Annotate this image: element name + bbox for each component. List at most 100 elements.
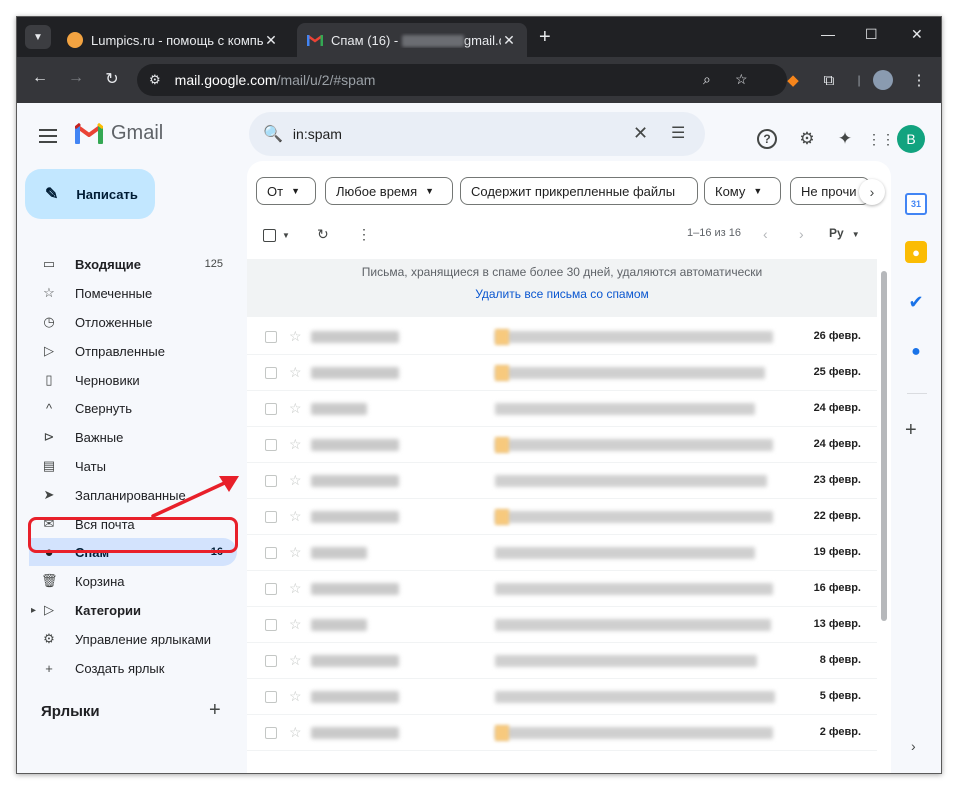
gemini-sparkle-icon[interactable]: ✦ xyxy=(833,127,857,151)
refresh-icon[interactable]: ↻ xyxy=(317,226,329,243)
main-menu-icon[interactable] xyxy=(39,129,57,147)
row-checkbox[interactable] xyxy=(265,403,277,415)
star-icon[interactable]: ☆ xyxy=(289,544,302,561)
apps-grid-icon[interactable]: ⋮⋮ xyxy=(867,127,895,151)
scrollbar[interactable] xyxy=(881,271,887,621)
site-info-icon[interactable]: ⚙ xyxy=(149,72,161,88)
browser-menu-icon[interactable]: ⋮ xyxy=(907,68,931,92)
table-row[interactable]: ☆ 24 февр. xyxy=(247,391,877,427)
maximize-button[interactable]: ☐ xyxy=(865,26,878,43)
row-checkbox[interactable] xyxy=(265,727,277,739)
sidebar-item-scheduled[interactable]: ➤ Запланированные xyxy=(17,481,237,509)
search-icon[interactable]: 🔍 xyxy=(263,124,283,144)
gmail-logo[interactable]: Gmail xyxy=(75,122,163,145)
row-checkbox[interactable] xyxy=(265,511,277,523)
sidebar-item-star[interactable]: ☆ Помеченные xyxy=(17,279,237,307)
delete-all-spam-link[interactable]: Удалить все письма со спамом xyxy=(247,287,877,301)
row-checkbox[interactable] xyxy=(265,619,277,631)
row-checkbox[interactable] xyxy=(265,475,277,487)
search-options-icon[interactable]: ☰ xyxy=(671,123,685,143)
sidebar-item-important[interactable]: ⊳ Важные xyxy=(17,423,237,451)
sidebar-item-clock[interactable]: ◷ Отложенные xyxy=(17,308,237,336)
row-checkbox[interactable] xyxy=(265,331,277,343)
sidebar-item-trash[interactable]: 🗑 Корзина xyxy=(17,567,237,595)
profile-icon[interactable] xyxy=(871,68,895,92)
table-row[interactable]: ☆ 24 февр. xyxy=(247,427,877,463)
expand-arrow-icon[interactable]: ▸ xyxy=(31,605,36,616)
row-checkbox[interactable] xyxy=(265,367,277,379)
star-icon[interactable]: ☆ xyxy=(289,508,302,525)
contacts-icon[interactable]: ● xyxy=(905,341,927,363)
table-row[interactable]: ☆ 22 февр. xyxy=(247,499,877,535)
search-bar[interactable]: 🔍 in:spam ✕ ☰ xyxy=(249,112,705,156)
table-row[interactable]: ☆ 23 февр. xyxy=(247,463,877,499)
filter-chip[interactable]: Содержит прикрепленные файлы xyxy=(460,177,698,205)
address-bar[interactable]: ⚙ mail.google.com/mail/u/2/#spam ⌕ ☆ xyxy=(137,64,787,96)
table-row[interactable]: ☆ 25 февр. xyxy=(247,355,877,391)
row-checkbox[interactable] xyxy=(265,655,277,667)
star-icon[interactable]: ☆ xyxy=(289,472,302,489)
star-icon[interactable]: ☆ xyxy=(289,400,302,417)
new-tab-button[interactable]: + xyxy=(539,26,551,49)
calendar-icon[interactable]: 31 xyxy=(905,193,927,215)
account-avatar[interactable]: B xyxy=(897,125,925,153)
tasks-icon[interactable]: ✔ xyxy=(905,291,927,313)
star-icon[interactable]: ☆ xyxy=(289,364,302,381)
compose-button[interactable]: ✎ Написать xyxy=(25,169,155,219)
table-row[interactable]: ☆ 2 февр. xyxy=(247,715,877,751)
bookmark-star-icon[interactable]: ☆ xyxy=(735,71,748,88)
minimize-button[interactable]: — xyxy=(821,26,835,42)
table-row[interactable]: ☆ 26 февр. xyxy=(247,319,877,355)
tab-gmail-spam[interactable]: Спам (16) - gmail.co ✕ xyxy=(297,23,527,57)
row-checkbox[interactable] xyxy=(265,547,277,559)
chevron-right-icon[interactable]: › xyxy=(859,179,885,205)
tab-lumpics[interactable]: Lumpics.ru - помощь с компь ✕ xyxy=(57,23,289,57)
star-icon[interactable]: ☆ xyxy=(289,724,302,741)
row-checkbox[interactable] xyxy=(265,439,277,451)
clear-search-icon[interactable]: ✕ xyxy=(633,123,648,144)
star-icon[interactable]: ☆ xyxy=(289,580,302,597)
filter-chip[interactable]: Не прочи xyxy=(790,177,870,205)
sidebar-item-spam[interactable]: ● Спам 16 xyxy=(29,538,237,566)
next-page-icon[interactable]: › xyxy=(799,226,804,242)
close-tab-icon[interactable]: ✕ xyxy=(501,32,517,49)
star-icon[interactable]: ☆ xyxy=(289,688,302,705)
sidebar-item-inbox[interactable]: ▭ Входящие 125 xyxy=(17,250,237,278)
sidebar-item-gear[interactable]: ⚙ Управление ярлыками xyxy=(17,625,237,653)
table-row[interactable]: ☆ 13 февр. xyxy=(247,607,877,643)
keep-icon[interactable]: ● xyxy=(905,241,927,263)
table-row[interactable]: ☆ 8 февр. xyxy=(247,643,877,679)
sidebar-item-collapse[interactable]: ^ Свернуть xyxy=(17,394,237,422)
filter-chip[interactable]: От ▼ xyxy=(256,177,316,205)
sidebar-item-all-mail[interactable]: ✉ Вся почта xyxy=(17,510,237,538)
get-addons-icon[interactable]: + xyxy=(905,419,917,442)
show-side-panel-icon[interactable]: › xyxy=(911,738,916,754)
table-row[interactable]: ☆ 19 февр. xyxy=(247,535,877,571)
more-options-icon[interactable]: ⋮ xyxy=(357,226,371,243)
star-icon[interactable]: ☆ xyxy=(289,328,302,345)
sidebar-item-send[interactable]: ▷ Отправленные xyxy=(17,337,237,365)
back-button[interactable]: ← xyxy=(27,69,53,87)
reload-button[interactable]: ↻ xyxy=(99,69,125,89)
star-icon[interactable]: ☆ xyxy=(289,436,302,453)
star-icon[interactable]: ☆ xyxy=(289,652,302,669)
table-row[interactable]: ☆ 16 февр. xyxy=(247,571,877,607)
close-window-button[interactable]: ✕ xyxy=(911,26,923,43)
search-query[interactable]: in:spam xyxy=(293,126,342,142)
help-icon[interactable]: ? xyxy=(755,127,779,151)
settings-gear-icon[interactable]: ⚙ xyxy=(795,127,819,151)
sidebar-item-draft[interactable]: ▯ Черновики xyxy=(17,366,237,394)
forward-button[interactable]: → xyxy=(63,69,89,87)
zoom-icon[interactable]: ⌕ xyxy=(703,71,711,88)
extensions-puzzle-icon[interactable]: ⧉ xyxy=(817,68,841,92)
sidebar-item-plus[interactable]: + Создать ярлык xyxy=(17,654,237,682)
sidebar-item-chat[interactable]: ▤ Чаты xyxy=(17,452,237,480)
input-tools-button[interactable]: Ру ▼ xyxy=(829,226,860,240)
filter-chip[interactable]: Кому ▼ xyxy=(704,177,781,205)
filter-chip[interactable]: Любое время ▼ xyxy=(325,177,453,205)
close-tab-icon[interactable]: ✕ xyxy=(263,32,279,49)
table-row[interactable]: ☆ 5 февр. xyxy=(247,679,877,715)
sidebar-item-category[interactable]: ▷ Категории ▸ xyxy=(17,596,237,624)
star-icon[interactable]: ☆ xyxy=(289,616,302,633)
add-label-icon[interactable]: + xyxy=(209,699,221,722)
